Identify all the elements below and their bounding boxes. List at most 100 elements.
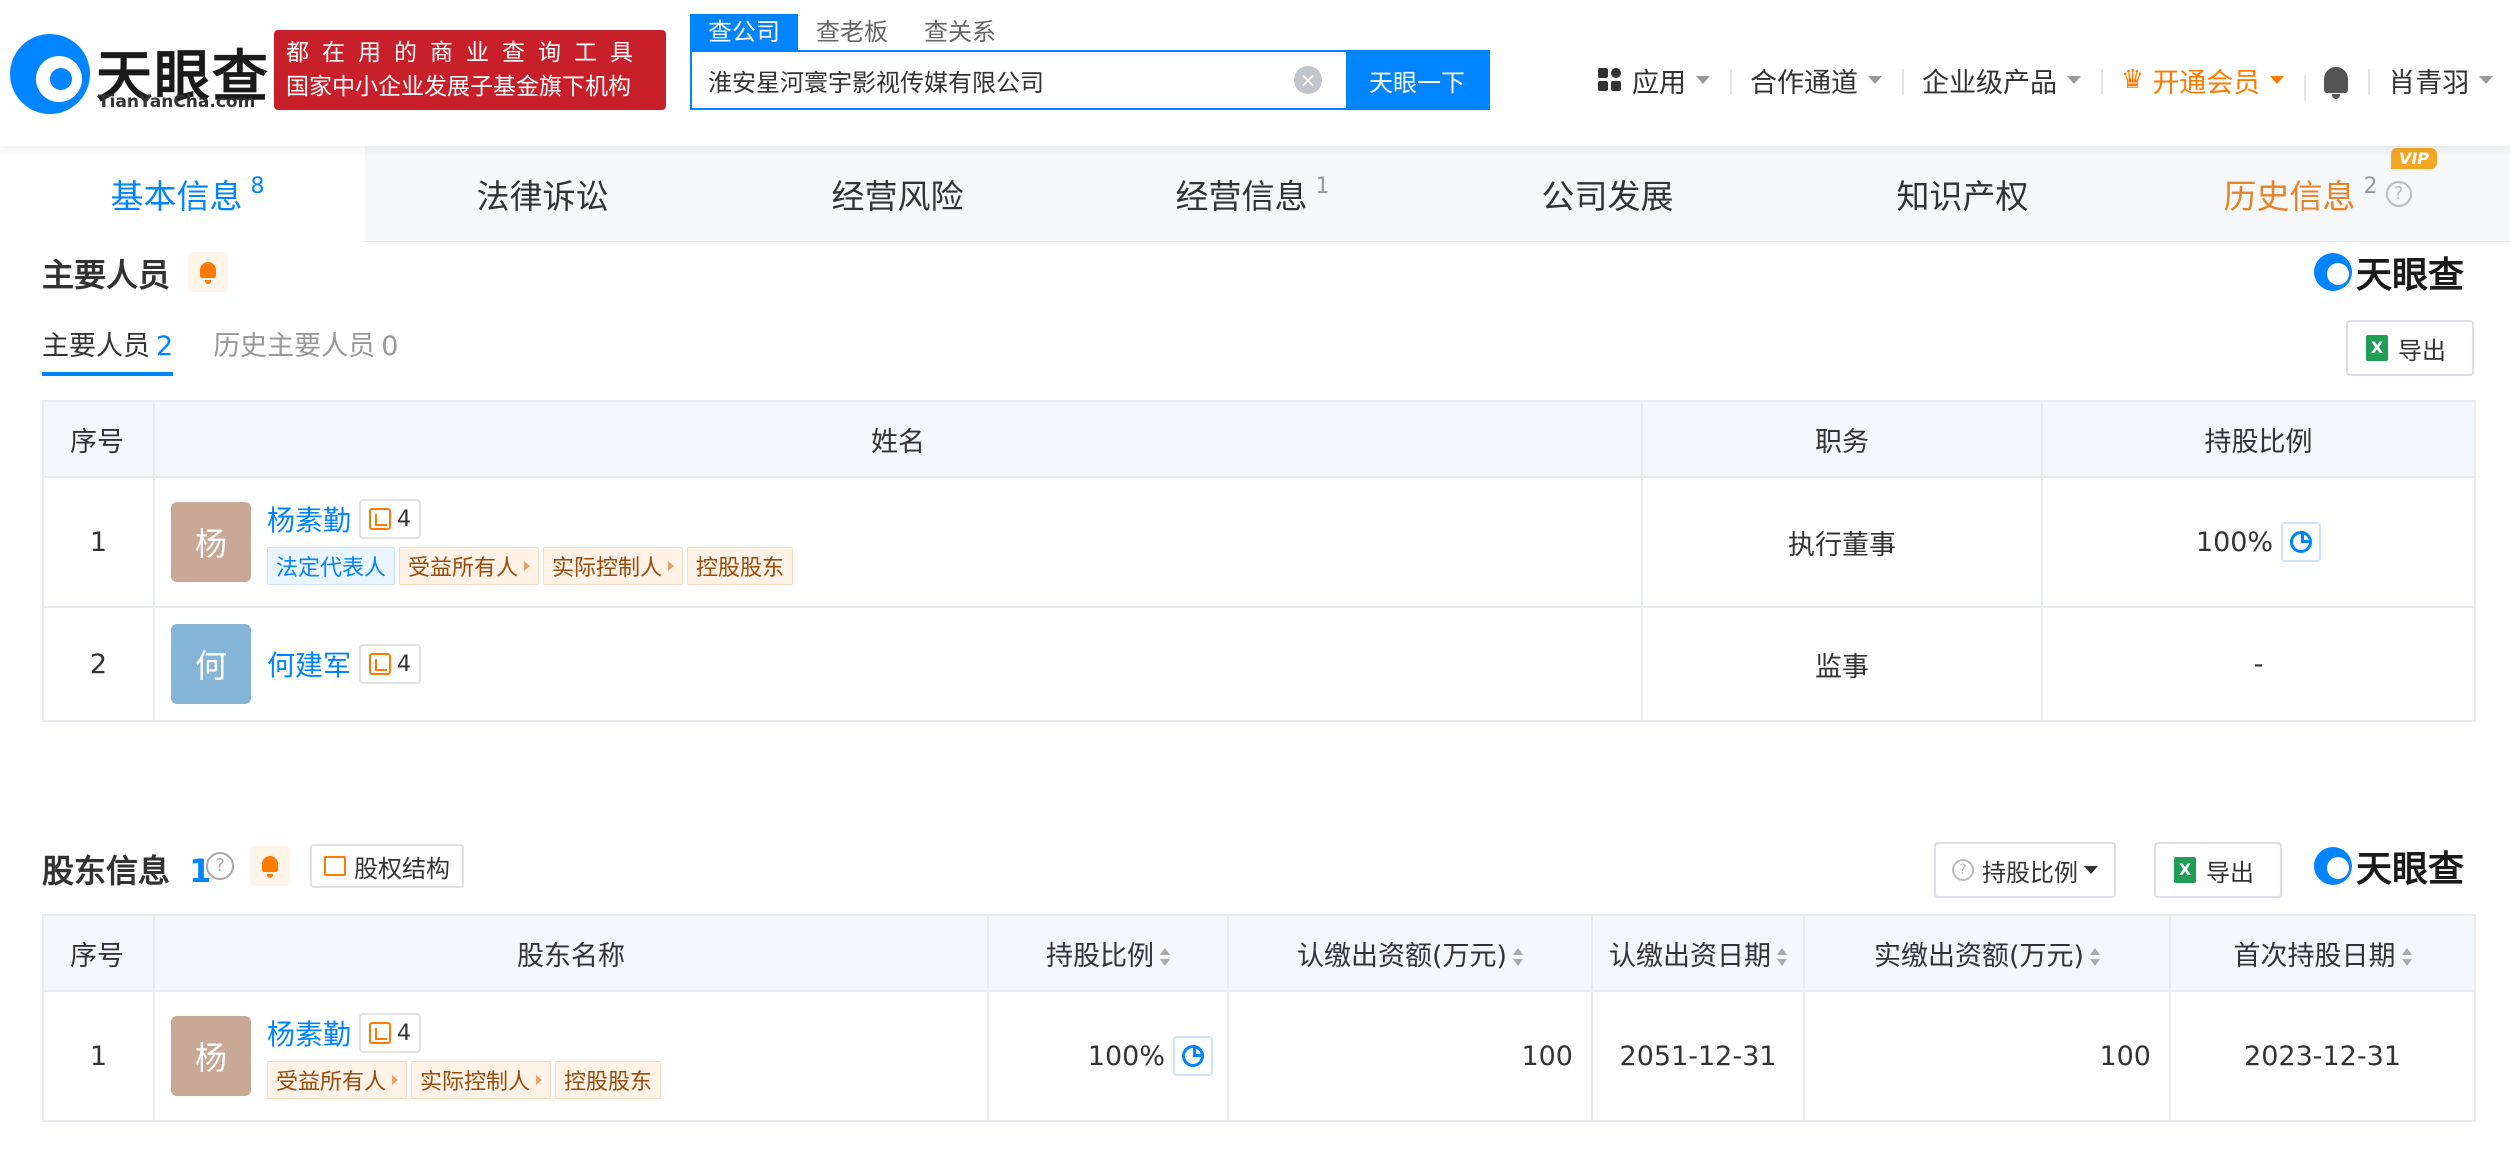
pie-chart-icon (1182, 1045, 1204, 1067)
ratio-chart-button[interactable] (1173, 1036, 1213, 1076)
tag-arrow-icon (536, 1075, 543, 1085)
table-header-row: 序号 姓名 职务 持股比例 (42, 400, 2476, 478)
tab-label: 经营风险 (831, 177, 964, 216)
search-button[interactable]: 天眼一下 (1346, 52, 1488, 108)
tab-risk[interactable]: 经营风险 (720, 146, 1075, 242)
chevron-down-icon (2084, 866, 2098, 874)
nav-channel-label: 合作通道 (1750, 67, 1858, 99)
personnel-export-button[interactable]: X 导出 (2346, 320, 2474, 376)
person-name-link[interactable]: 杨素勤 (267, 499, 351, 539)
avatar[interactable]: 杨 (171, 1016, 251, 1096)
shareholder-cell: 杨 杨素勤 4 受益所有人 实际控制人 控股股东 (155, 1013, 987, 1099)
search-input[interactable] (692, 52, 1332, 108)
brand-watermark: 天眼查 (2314, 846, 2464, 890)
relation-count: 4 (397, 506, 412, 532)
org-chart-icon (324, 856, 346, 876)
brand-name: 天眼查 (2356, 849, 2465, 890)
export-label: 导出 (2398, 336, 2446, 365)
shareholder-tags: 受益所有人 实际控制人 控股股东 (267, 1061, 665, 1099)
clear-search-icon[interactable]: × (1294, 66, 1322, 94)
avatar[interactable]: 杨 (171, 502, 251, 582)
col-ratio-sortable[interactable]: 持股比例 (987, 914, 1229, 992)
nav-notifications[interactable] (2304, 67, 2368, 101)
chevron-down-icon (2067, 76, 2081, 84)
tab-history[interactable]: VIP 历史信息 2 ? (2140, 146, 2495, 242)
ratio-filter-dropdown[interactable]: ? 持股比例 (1934, 842, 2116, 898)
tab-ip[interactable]: 知识产权 (1785, 146, 2140, 242)
personnel-watch-bell-icon[interactable] (188, 252, 228, 292)
relation-count-chip[interactable]: 4 (359, 1013, 422, 1053)
tab-label: 历史信息 (2223, 177, 2356, 216)
personnel-title: 主要人员 (42, 256, 171, 294)
subtab-count: 2 (156, 331, 174, 362)
table-header-row: 序号 股东名称 持股比例 认缴出资额(万元) 认缴出资日期 实缴出资额(万元) … (42, 914, 2476, 992)
sort-icon (1513, 948, 1524, 966)
row-index: 1 (42, 990, 155, 1122)
search-tab-boss[interactable]: 查老板 (798, 14, 906, 50)
shareholder-name-link[interactable]: 杨素勤 (267, 1013, 351, 1053)
tab-label: 公司发展 (1541, 177, 1674, 216)
nav-channel[interactable]: 合作通道 (1730, 61, 1902, 100)
help-icon: ? (1952, 859, 1974, 881)
brand-name: 天眼查 (2356, 255, 2465, 296)
search-tab-company[interactable]: 查公司 (690, 14, 798, 50)
col-subscribed-date-sortable[interactable]: 认缴出资日期 (1591, 914, 1805, 992)
tab-count: 2 (2363, 173, 2378, 199)
tag-beneficiary[interactable]: 受益所有人 (267, 1061, 408, 1099)
shareholders-watch-bell-icon[interactable] (250, 846, 290, 886)
tag-controller[interactable]: 实际控制人 (543, 547, 684, 585)
excel-icon: X (2174, 857, 2196, 883)
ratio-chart-button[interactable] (2281, 522, 2322, 562)
chevron-down-icon (1696, 76, 1710, 84)
brand-watermark: 天眼查 (2314, 252, 2464, 296)
nav-apps[interactable]: 应用 (1578, 61, 1730, 100)
table-row: 1 杨 杨素勤 4 受益所有人 实际控制人 控股股东 100% 100 2051… (42, 990, 2476, 1122)
nav-enterprise[interactable]: 企业级产品 (1902, 61, 2101, 100)
chevron-down-icon (1868, 76, 1882, 84)
tab-operation[interactable]: 经营信息 1 (1075, 146, 1430, 242)
relation-graph-icon (369, 1022, 392, 1044)
col-first-hold-date-sortable[interactable]: 首次持股日期 (2169, 914, 2476, 992)
slogan-banner: 都在用的商业查询工具 国家中小企业发展子基金旗下机构 (274, 30, 666, 110)
tag-legal-rep: 法定代表人 (267, 547, 396, 585)
avatar[interactable]: 何 (171, 624, 251, 704)
shareholders-title-text: 股东信息 (42, 852, 171, 890)
nav-user[interactable]: 肖青羽 (2368, 61, 2510, 100)
row-first-hold-date: 2023-12-31 (2169, 990, 2476, 1122)
personnel-table: 序号 姓名 职务 持股比例 1 杨 杨素勤 4 法定代表人 受益所有人 实际控制… (42, 400, 2476, 722)
help-icon[interactable]: ? (206, 852, 234, 880)
search-box: × 天眼一下 (690, 50, 1490, 110)
row-index: 1 (42, 476, 155, 608)
nav-vip[interactable]: ♛ 开通会员 (2101, 61, 2304, 100)
top-nav: 应用 合作通道 企业级产品 ♛ 开通会员 肖青羽 (1578, 58, 2510, 102)
col-subscribed-amount-sortable[interactable]: 认缴出资额(万元) (1227, 914, 1593, 992)
top-header: 天眼查 TianYanCha.com 都在用的商业查询工具 国家中小企业发展子基… (0, 0, 2510, 146)
table-row: 2 何 何建军 4 监事 - (42, 606, 2476, 722)
col-paid-amount-sortable[interactable]: 实缴出资额(万元) (1803, 914, 2171, 992)
person-name-link[interactable]: 何建军 (267, 644, 351, 684)
tab-label: 基本信息 (110, 177, 243, 216)
search-type-tabs: 查公司 查老板 查关系 (690, 14, 1014, 50)
shareholders-title: 股东信息 1 (42, 846, 211, 892)
tag-controlling-shareholder: 控股股东 (555, 1061, 662, 1099)
search-tab-relation[interactable]: 查关系 (906, 14, 1014, 50)
tianyancha-logo[interactable]: 天眼查 TianYanCha.com (10, 34, 268, 114)
tag-beneficiary[interactable]: 受益所有人 (399, 547, 540, 585)
shareholders-export-button[interactable]: X 导出 (2154, 842, 2282, 898)
subtab-history-personnel[interactable]: 历史主要人员 0 (213, 326, 398, 376)
sort-icon (1777, 948, 1787, 966)
row-position: 监事 (1641, 606, 2043, 722)
person-tags: 法定代表人 受益所有人 实际控制人 控股股东 (267, 547, 797, 585)
relation-count-chip[interactable]: 4 (359, 644, 422, 684)
equity-structure-button[interactable]: 股权结构 (310, 844, 464, 888)
subtab-main-personnel[interactable]: 主要人员 2 (42, 326, 174, 376)
sort-icon (2401, 948, 2412, 966)
help-icon[interactable]: ? (2385, 181, 2412, 207)
tag-controller[interactable]: 实际控制人 (411, 1061, 552, 1099)
relation-count-chip[interactable]: 4 (359, 499, 422, 539)
tab-development[interactable]: 公司发展 (1430, 146, 1785, 242)
tag-arrow-icon (524, 561, 531, 571)
tab-basic-info[interactable]: 基本信息 8 (10, 146, 365, 242)
tab-legal[interactable]: 法律诉讼 (365, 146, 720, 242)
col-position: 职务 (1641, 400, 2043, 478)
